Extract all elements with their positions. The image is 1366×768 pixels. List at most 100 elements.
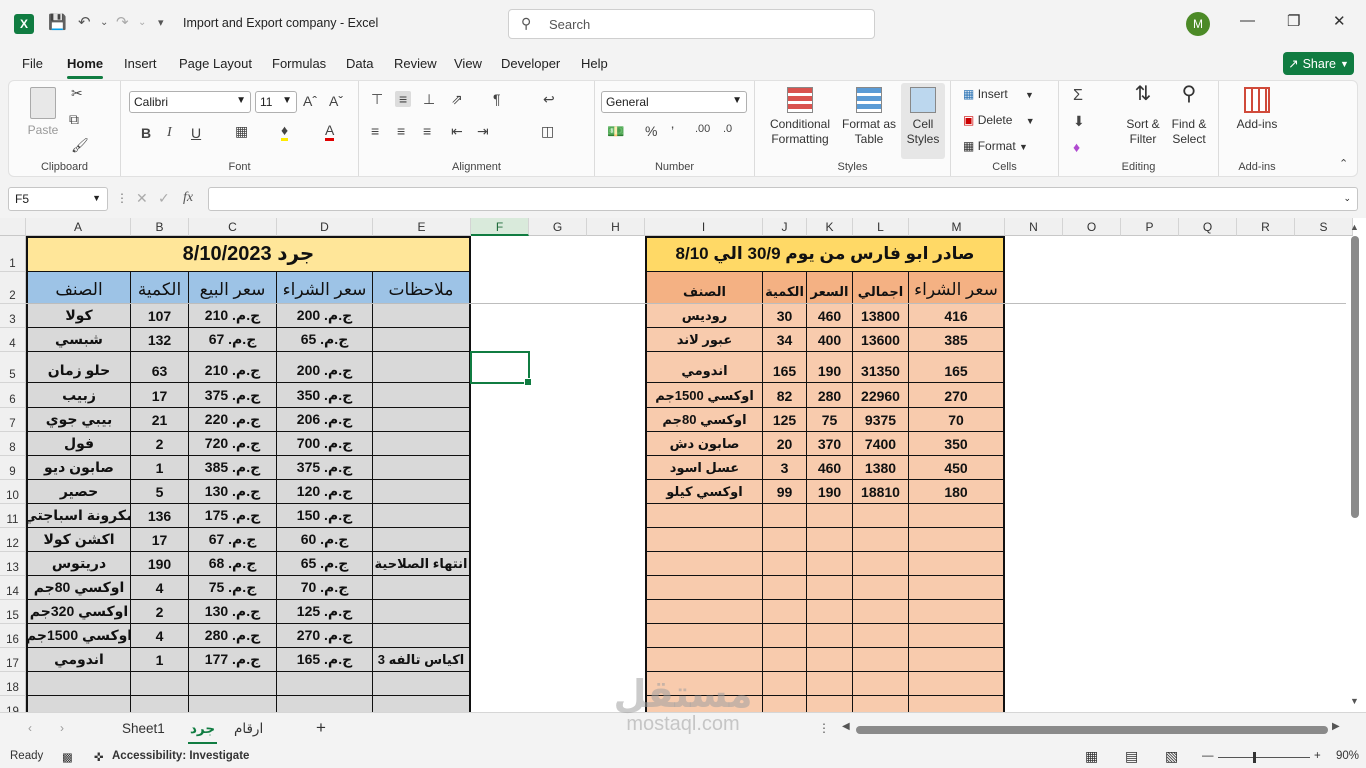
sheet-tab-sheet1[interactable]: Sheet1 xyxy=(122,721,165,736)
enter-icon[interactable]: ✓ xyxy=(158,190,170,207)
table1-cell-sell[interactable]: ج.م. 130 xyxy=(189,480,277,504)
table2-cell-qty[interactable]: 99 xyxy=(763,480,807,504)
table1-cell-notes[interactable] xyxy=(373,328,471,352)
column-header-C[interactable]: C xyxy=(189,218,277,236)
table2-empty-cell[interactable] xyxy=(909,696,1005,712)
zoom-out-icon[interactable]: — xyxy=(1202,750,1214,762)
number-format-combo[interactable]: General ▼ xyxy=(601,91,747,113)
table1-cell-qty[interactable]: 5 xyxy=(131,480,189,504)
table1-cell-buy[interactable]: ج.م. 150 xyxy=(277,504,373,528)
table2-empty-cell[interactable] xyxy=(763,648,807,672)
avatar[interactable]: M xyxy=(1186,12,1210,36)
increase-font-icon[interactable]: Aˆ xyxy=(303,93,317,109)
table2-empty-cell[interactable] xyxy=(763,624,807,648)
table2-cell-buy[interactable]: 70 xyxy=(909,408,1005,432)
fill-icon[interactable]: ⬇ xyxy=(1073,113,1085,130)
insert-function-icon[interactable]: fx xyxy=(183,190,193,206)
table1-cell-buy[interactable]: ج.م. 65 xyxy=(277,552,373,576)
tab-developer[interactable]: Developer xyxy=(501,56,560,71)
table2-cell-buy[interactable]: 350 xyxy=(909,432,1005,456)
row-header-19[interactable]: 19 xyxy=(0,696,26,712)
table1-cell-sell[interactable]: ج.م. 220 xyxy=(189,408,277,432)
table1-cell-sell[interactable]: ج.م. 130 xyxy=(189,600,277,624)
table1-cell-qty[interactable]: 107 xyxy=(131,304,189,328)
table1-cell-notes[interactable] xyxy=(373,456,471,480)
decrease-indent-icon[interactable]: ⇤ xyxy=(451,123,463,140)
table1-cell-buy[interactable]: ج.م. 200 xyxy=(277,304,373,328)
table1-cell-notes[interactable] xyxy=(373,504,471,528)
table1-cell-sell[interactable]: ج.م. 68 xyxy=(189,552,277,576)
table1-cell-item[interactable]: مكرونة اسباجتي xyxy=(26,504,131,528)
table2-empty-cell[interactable] xyxy=(909,600,1005,624)
zoom-slider-thumb[interactable] xyxy=(1253,752,1256,763)
table2-empty-cell[interactable] xyxy=(645,504,763,528)
zoom-in-icon[interactable]: + xyxy=(1314,750,1321,762)
table1-cell-buy[interactable]: ج.م. 60 xyxy=(277,528,373,552)
table1-cell-item[interactable]: كولا xyxy=(26,304,131,328)
table1-cell-qty[interactable]: 1 xyxy=(131,456,189,480)
table1-cell-item[interactable]: فول xyxy=(26,432,131,456)
align-middle-icon[interactable]: ≡ xyxy=(395,91,412,107)
table2-cell-item[interactable]: عسل اسود xyxy=(645,456,763,480)
table2-empty-cell[interactable] xyxy=(807,504,853,528)
font-size-combo[interactable]: 11 ▼ xyxy=(255,91,297,113)
redo-dropdown-icon[interactable]: ⌄ xyxy=(138,17,146,28)
table2-cell-total[interactable]: 22960 xyxy=(853,383,909,408)
table2-cell-buy[interactable]: 180 xyxy=(909,480,1005,504)
table2-empty-cell[interactable] xyxy=(909,624,1005,648)
table2-empty-cell[interactable] xyxy=(909,576,1005,600)
table2-title[interactable]: صادر ابو فارس من يوم 30/9 الي 8/10 xyxy=(645,236,1005,272)
table2-empty-cell[interactable] xyxy=(909,528,1005,552)
table1-cell-qty[interactable]: 2 xyxy=(131,432,189,456)
table1-cell-sell[interactable]: ج.م. 175 xyxy=(189,504,277,528)
table1-empty-cell[interactable] xyxy=(131,696,189,712)
table2-empty-cell[interactable] xyxy=(853,528,909,552)
table1-cell-qty[interactable]: 136 xyxy=(131,504,189,528)
table1-cell-item[interactable]: دريتوس xyxy=(26,552,131,576)
name-box[interactable]: F5 ▼ xyxy=(8,187,108,211)
table2-cell-price[interactable]: 75 xyxy=(807,408,853,432)
table1-cell-buy[interactable]: ج.م. 125 xyxy=(277,600,373,624)
table2-cell-item[interactable]: اوكسي كيلو xyxy=(645,480,763,504)
sort-filter-button[interactable]: ⇅ Sort & Filter xyxy=(1121,84,1165,147)
table2-cell-buy[interactable]: 165 xyxy=(909,352,1005,383)
accessibility-icon[interactable]: ✜ xyxy=(94,750,104,764)
collapse-ribbon-icon[interactable]: ⌃ xyxy=(1339,157,1348,170)
table2-empty-cell[interactable] xyxy=(853,648,909,672)
table1-cell-notes[interactable] xyxy=(373,624,471,648)
table2-cell-total[interactable]: 9375 xyxy=(853,408,909,432)
table2-cell-item[interactable]: اندومي xyxy=(645,352,763,383)
tab-formulas[interactable]: Formulas xyxy=(272,56,326,71)
table1-cell-qty[interactable]: 190 xyxy=(131,552,189,576)
bold-button[interactable]: B xyxy=(141,125,151,141)
table1-cell-notes[interactable]: انتهاء الصلاحية xyxy=(373,552,471,576)
autosum-icon[interactable]: Σ xyxy=(1073,87,1083,105)
table1-empty-cell[interactable] xyxy=(277,696,373,712)
table1-cell-item[interactable]: اندومي xyxy=(26,648,131,672)
table2-empty-cell[interactable] xyxy=(763,600,807,624)
table1-cell-sell[interactable]: ج.م. 280 xyxy=(189,624,277,648)
table1-cell-item[interactable]: حصير xyxy=(26,480,131,504)
table2-empty-cell[interactable] xyxy=(763,576,807,600)
table1-cell-qty[interactable]: 63 xyxy=(131,352,189,383)
table2-empty-cell[interactable] xyxy=(807,648,853,672)
row-header-9[interactable]: 9 xyxy=(0,456,26,480)
table1-cell-notes[interactable] xyxy=(373,304,471,328)
table2-cell-total[interactable]: 13800 xyxy=(853,304,909,328)
row-header-1[interactable]: 1 xyxy=(0,236,26,272)
column-header-L[interactable]: L xyxy=(853,218,909,236)
column-header-N[interactable]: N xyxy=(1005,218,1063,236)
table1-cell-notes[interactable] xyxy=(373,576,471,600)
table1-cell-qty[interactable]: 4 xyxy=(131,576,189,600)
table2-empty-cell[interactable] xyxy=(807,528,853,552)
table1-cell-notes[interactable] xyxy=(373,528,471,552)
share-button[interactable]: ↗ Share ▼ xyxy=(1283,52,1354,75)
table1-cell-sell[interactable]: ج.م. 210 xyxy=(189,304,277,328)
table1-cell-item[interactable]: اكشن كولا xyxy=(26,528,131,552)
zoom-level[interactable]: 90% xyxy=(1336,750,1359,762)
table2-empty-cell[interactable] xyxy=(645,576,763,600)
table2-empty-cell[interactable] xyxy=(807,600,853,624)
table1-cell-item[interactable]: زبيب xyxy=(26,383,131,408)
font-color-icon[interactable]: A xyxy=(325,123,335,141)
table2-cell-qty[interactable]: 165 xyxy=(763,352,807,383)
